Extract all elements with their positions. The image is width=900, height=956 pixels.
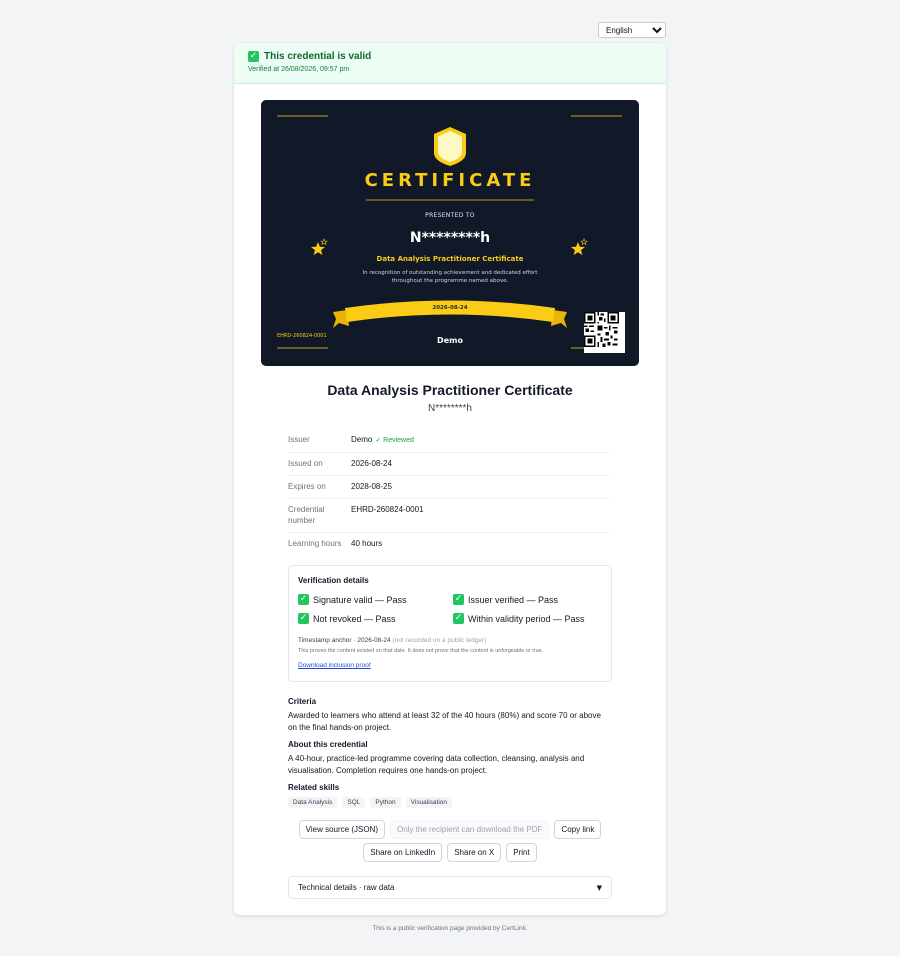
info-value: 40 hours [351, 539, 383, 548]
certificate-number: EHRD-260824-0001 [277, 333, 327, 339]
check-label: Signature valid — Pass [313, 594, 407, 605]
recipient-name: N********h [428, 403, 472, 414]
verification-checks: ✓ Signature valid — Pass ✓ Issuer verified… [298, 594, 602, 624]
check-label: Within validity period — Pass [468, 613, 585, 624]
check-issuer: ✓ Issuer verified — Pass [453, 594, 608, 605]
about-text: A 40-hour, practice-led programme coveri… [288, 754, 585, 775]
verification-title: Verification details [298, 576, 369, 585]
check-icon: ✓ [248, 51, 259, 62]
credential-card: ✓ This credential is valid Verified at 2… [234, 43, 666, 915]
verified-time: Verified at 26/08/2026, 09:57 pm [248, 66, 350, 73]
info-row-issued: Issued on 2026-08-24 [288, 453, 610, 476]
share-x-button[interactable]: Share on X [447, 843, 502, 862]
info-value: 2026-08-24 [351, 459, 392, 468]
technical-details-label: Technical details · raw data [298, 883, 395, 892]
criteria-text: Awarded to learners who attend at least … [288, 711, 601, 732]
certificate-image: CERTIFICATE PRESENTED TO N********h Data… [261, 100, 639, 366]
certificate-heading: CERTIFICATE [364, 170, 536, 191]
certificate-course: Data Analysis Practitioner Certificate [376, 255, 524, 263]
certificate-recipient: N********h [409, 230, 491, 246]
timestamp-anchor: Timestamp anchor · 2026-08-24 (not recor… [298, 637, 602, 644]
issuer-name: Demo [351, 435, 373, 444]
check-icon: ✓ [453, 613, 464, 624]
shield-icon [434, 127, 466, 166]
check-signature: ✓ Signature valid — Pass [298, 594, 453, 605]
skills-list: Data Analysis SQL Python Visualisation [288, 797, 612, 808]
valid-banner: ✓ This credential is valid Verified at 2… [234, 43, 666, 84]
info-label: Learning hours [288, 539, 342, 548]
info-row-issuer: Issuer Demo ✓ Reviewed [288, 429, 610, 453]
view-source-button[interactable]: View source (JSON) [298, 820, 385, 839]
info-value: Demo ✓ Reviewed [351, 434, 610, 446]
actions-row-1: View source (JSON) Only the recipient ca… [234, 820, 666, 839]
timestamp-anchor-label: Timestamp anchor · 2026-08-24 [298, 637, 391, 644]
language-select[interactable]: English [598, 22, 666, 38]
credential-info: Issuer Demo ✓ Reviewed Issued on 2026-08-… [288, 429, 610, 555]
about-heading: About this credential [288, 740, 368, 749]
check-icon: ✓ [453, 594, 464, 605]
timestamp-anchor-note: (not recorded on a public ledger) [392, 637, 487, 644]
about-section: About this credential A 40-hour, practic… [288, 740, 612, 776]
check-icon: ✓ [298, 613, 309, 624]
info-value: 2028-08-25 [351, 482, 392, 491]
skill-tag: Data Analysis [288, 797, 338, 808]
verification-details: Verification details ✓ Signature valid — … [288, 565, 612, 682]
actions-row-2: Share on LinkedIn Share on X Print [234, 843, 666, 862]
info-label: Issued on [288, 459, 323, 468]
skill-tag: SQL [342, 797, 366, 808]
info-row-expires: Expires on 2028-08-25 [288, 476, 610, 499]
timestamp-explain: This proves the content existed on that … [298, 648, 544, 654]
skill-tag: Visualisation [405, 797, 453, 808]
criteria-section: Criteria Awarded to learners who attend … [288, 697, 612, 733]
info-row-hours: Learning hours 40 hours [288, 533, 610, 555]
download-pdf-button: Only the recipient can download the PDF [390, 820, 550, 839]
info-label: Expires on [288, 482, 326, 491]
page-footer: This is a public verification page provi… [372, 925, 528, 932]
qr-code [584, 312, 625, 353]
check-validity: ✓ Within validity period — Pass [453, 613, 608, 624]
share-linkedin-button[interactable]: Share on LinkedIn [363, 843, 443, 862]
certificate-date: 2026-08-24 [432, 305, 468, 311]
check-label: Issuer verified — Pass [468, 594, 559, 605]
reviewed-badge: ✓ Reviewed [375, 437, 414, 444]
valid-title: This credential is valid [264, 51, 372, 62]
criteria-heading: Criteria [288, 697, 317, 706]
info-value: EHRD-260824-0001 [351, 505, 424, 514]
presented-to-label: PRESENTED TO [425, 212, 475, 219]
skills-heading: Related skills [288, 783, 340, 792]
credential-title: Data Analysis Practitioner Certificate [327, 382, 573, 398]
check-label: Not revoked — Pass [313, 613, 396, 624]
copy-link-button[interactable]: Copy link [554, 820, 602, 839]
technical-details-toggle[interactable]: Technical details · raw data ▼ [288, 876, 612, 899]
skills-section: Related skills Data Analysis SQL Python … [288, 783, 612, 808]
info-label: Credential number [288, 505, 325, 525]
print-button[interactable]: Print [506, 843, 537, 862]
certificate-description: In recognition of outstanding achievemen… [362, 270, 538, 284]
check-icon: ✓ [298, 594, 309, 605]
info-label: Issuer [288, 435, 310, 444]
skill-tag: Python [370, 797, 401, 808]
check-revoked: ✓ Not revoked — Pass [298, 613, 453, 624]
download-proof-link[interactable]: Download inclusion proof [298, 662, 371, 669]
chevron-down-icon: ▼ [596, 883, 602, 892]
qr-code-icon [584, 312, 619, 347]
info-row-number: Credential number EHRD-260824-0001 [288, 499, 610, 533]
